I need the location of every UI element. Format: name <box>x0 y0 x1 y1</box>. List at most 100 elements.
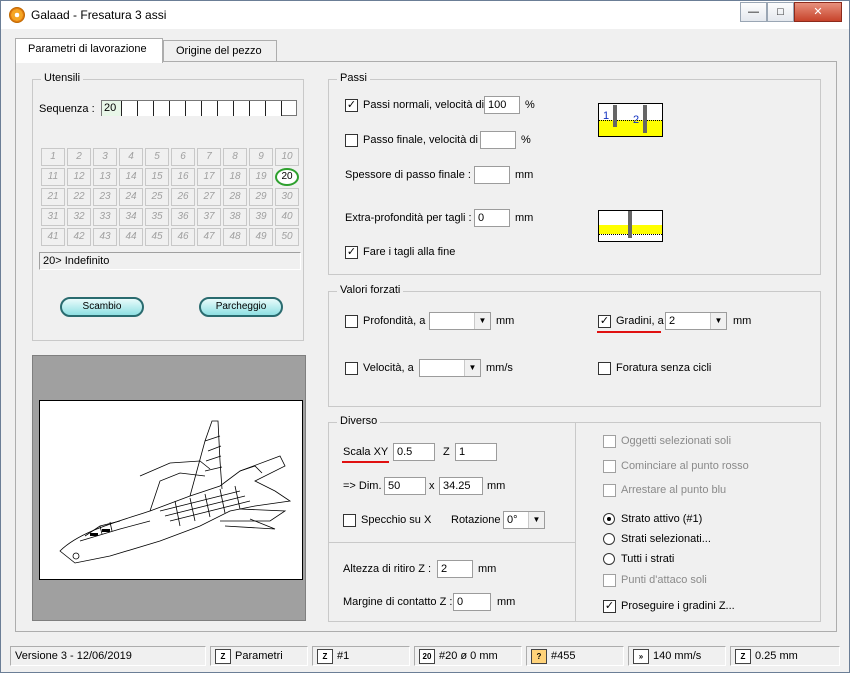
tool-cell[interactable]: 49 <box>249 228 273 246</box>
grid-count-icon: ? <box>531 649 547 664</box>
spessore-input[interactable] <box>474 166 510 184</box>
tagli-fine-checkbox[interactable]: ✓ <box>345 246 358 259</box>
tool-cell[interactable]: 6 <box>171 148 195 166</box>
scambio-button[interactable]: Scambio <box>60 297 144 317</box>
tool-cell[interactable]: 43 <box>93 228 117 246</box>
tool-cell[interactable]: 29 <box>249 188 273 206</box>
tool-cell[interactable]: 3 <box>93 148 117 166</box>
oggetti-selezionati-checkbox[interactable] <box>603 435 616 448</box>
passo-finale-checkbox[interactable] <box>345 134 358 147</box>
tool-cell[interactable]: 5 <box>145 148 169 166</box>
tool-cell[interactable]: 17 <box>197 168 221 186</box>
rotazione-combo[interactable]: 0° ▼ <box>503 511 545 529</box>
main-window: Galaad - Fresatura 3 assi — □ ✕ Parametr… <box>0 0 850 673</box>
tool-cell[interactable]: 27 <box>197 188 221 206</box>
margine-contatto-input[interactable]: 0 <box>453 593 491 611</box>
tool-cell[interactable]: 30 <box>275 188 299 206</box>
velocita-combo[interactable]: ▼ <box>419 359 481 377</box>
strato-attivo-radio[interactable] <box>603 513 615 525</box>
tool-cell[interactable]: 39 <box>249 208 273 226</box>
passo-finale-input[interactable] <box>480 131 516 149</box>
tool-cell[interactable]: 15 <box>145 168 169 186</box>
punti-attaco-checkbox[interactable] <box>603 574 616 587</box>
tool-cell[interactable]: 41 <box>41 228 65 246</box>
tool-cell[interactable]: 24 <box>119 188 143 206</box>
tool-cell[interactable]: 11 <box>41 168 65 186</box>
valori-forzati-title: Valori forzati <box>337 284 404 296</box>
tool-cell-selected[interactable]: 20 <box>275 168 299 186</box>
tool-cell[interactable]: 44 <box>119 228 143 246</box>
tool-cell[interactable]: 23 <box>93 188 117 206</box>
specchio-checkbox[interactable] <box>343 514 356 527</box>
tool-cell[interactable]: 48 <box>223 228 247 246</box>
tool-cell[interactable]: 37 <box>197 208 221 226</box>
tool-cell[interactable]: 32 <box>67 208 91 226</box>
tool-cell[interactable]: 9 <box>249 148 273 166</box>
tool-cell[interactable]: 25 <box>145 188 169 206</box>
tool-cell[interactable]: 35 <box>145 208 169 226</box>
gradini-checkbox[interactable]: ✓ <box>598 315 611 328</box>
tool-cell[interactable]: 40 <box>275 208 299 226</box>
tool-cell[interactable]: 26 <box>171 188 195 206</box>
preview-canvas[interactable] <box>39 400 303 580</box>
tool-cell[interactable]: 22 <box>67 188 91 206</box>
tool-cell[interactable]: 2 <box>67 148 91 166</box>
profondita-checkbox[interactable] <box>345 315 358 328</box>
tool-cell[interactable]: 36 <box>171 208 195 226</box>
chevron-down-icon[interactable]: ▼ <box>528 512 544 528</box>
chevron-down-icon[interactable]: ▼ <box>464 360 480 376</box>
tool-cell[interactable]: 18 <box>223 168 247 186</box>
tool-cell[interactable]: 13 <box>93 168 117 186</box>
extra-profondita-input[interactable]: 0 <box>474 209 510 227</box>
tool-cell[interactable]: 34 <box>119 208 143 226</box>
scala-xy-input[interactable]: 0.5 <box>393 443 435 461</box>
tool-cell[interactable]: 14 <box>119 168 143 186</box>
foratura-checkbox[interactable] <box>598 362 611 375</box>
tool-cell[interactable]: 19 <box>249 168 273 186</box>
profondita-unit: mm <box>496 315 515 327</box>
altezza-ritiro-input[interactable]: 2 <box>437 560 473 578</box>
tool-cell[interactable]: 21 <box>41 188 65 206</box>
tool-cell[interactable]: 7 <box>197 148 221 166</box>
proseguire-checkbox[interactable]: ✓ <box>603 600 616 613</box>
tool-cell[interactable]: 12 <box>67 168 91 186</box>
chevron-down-icon[interactable]: ▼ <box>710 313 726 329</box>
velocita-checkbox[interactable] <box>345 362 358 375</box>
dim-x-input[interactable]: 50 <box>384 477 426 495</box>
tool-cell[interactable]: 31 <box>41 208 65 226</box>
tab-origine-pezzo[interactable]: Origine del pezzo <box>163 40 277 62</box>
gradini-combo[interactable]: 2 ▼ <box>665 312 727 330</box>
dim-y-input[interactable]: 34.25 <box>439 477 483 495</box>
strati-selezionati-radio[interactable] <box>603 533 615 545</box>
tool-cell[interactable]: 50 <box>275 228 299 246</box>
tool-cell[interactable]: 28 <box>223 188 247 206</box>
tool-cell[interactable]: 47 <box>197 228 221 246</box>
profondita-combo[interactable]: ▼ <box>429 312 491 330</box>
parcheggio-button[interactable]: Parcheggio <box>199 297 283 317</box>
passi-normali-checkbox[interactable]: ✓ <box>345 99 358 112</box>
passi-title: Passi <box>337 72 370 84</box>
minimize-button[interactable]: — <box>740 2 767 22</box>
chevron-down-icon[interactable]: ▼ <box>474 313 490 329</box>
arrestare-checkbox[interactable] <box>603 484 616 497</box>
tool-cell[interactable]: 16 <box>171 168 195 186</box>
tutti-strati-radio[interactable] <box>603 553 615 565</box>
tool-cell[interactable]: 10 <box>275 148 299 166</box>
tool-cell[interactable]: 4 <box>119 148 143 166</box>
cominciare-checkbox[interactable] <box>603 460 616 473</box>
tool-cell[interactable]: 1 <box>41 148 65 166</box>
passi-normali-input[interactable]: 100 <box>484 96 520 114</box>
tab-parametri-lavorazione[interactable]: Parametri di lavorazione <box>15 38 163 63</box>
tool-cell[interactable]: 8 <box>223 148 247 166</box>
tool-cell[interactable]: 45 <box>145 228 169 246</box>
tool-cell[interactable]: 33 <box>93 208 117 226</box>
tool-cell[interactable]: 42 <box>67 228 91 246</box>
status-bar: Versione 3 - 12/06/2019 Z Parametri Z #1… <box>10 646 840 666</box>
scala-z-input[interactable]: 1 <box>455 443 497 461</box>
tool-cell[interactable]: 46 <box>171 228 195 246</box>
tool-cell[interactable]: 38 <box>223 208 247 226</box>
profondita-label: Profondità, a <box>363 315 426 327</box>
close-button[interactable]: ✕ <box>794 2 842 22</box>
maximize-button[interactable]: □ <box>767 2 794 22</box>
sequenza-field[interactable]: 20 <box>101 100 297 116</box>
